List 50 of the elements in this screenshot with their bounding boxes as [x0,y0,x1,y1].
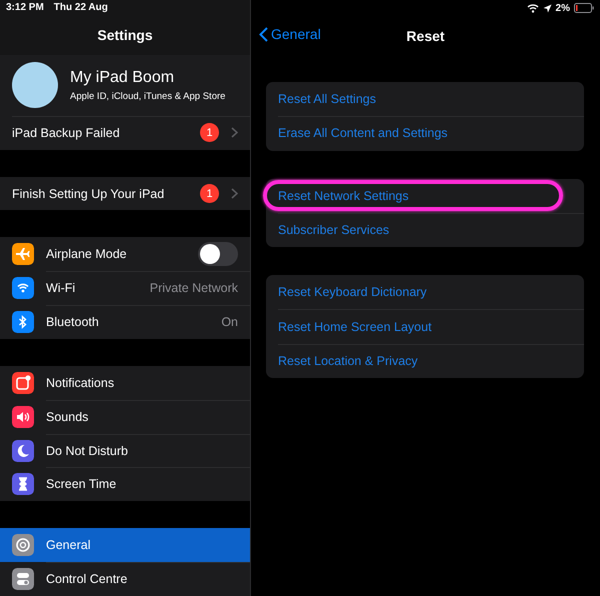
row-label: Notifications [46,376,116,390]
status-date: Thu 22 Aug [54,2,108,14]
battery-icon [574,3,594,13]
reset-option[interactable]: Subscriber Services [266,212,584,248]
row-label: Do Not Disturb [46,444,129,458]
settings-row[interactable]: Sounds [0,400,250,434]
panel-title: Settings [97,27,153,44]
settings-row[interactable]: Bluetooth On [0,305,250,339]
back-chevron-icon [259,26,268,42]
row-value: On [221,315,238,330]
settings-row[interactable]: Finish Setting Up Your iPad 1 [0,176,250,210]
row-label: Airplane Mode [46,247,128,262]
avatar-circle [12,62,58,108]
row-label: Screen Time [46,477,118,492]
row-value: Private Network [150,281,238,296]
reset-option[interactable]: Erase All Content and Settings [266,116,584,151]
settings-row[interactable]: Screen Time [0,467,250,502]
reset-option[interactable]: Reset Keyboard Dictionary [266,275,584,310]
reset-option[interactable]: Reset Location & Privacy [266,344,584,378]
notification-badge: 1 [200,184,219,203]
settings-row[interactable]: iPad Backup Failed 1 [0,116,250,150]
wifi-icon [526,3,539,13]
settings-row[interactable]: Control Centre [0,562,250,596]
row-label: iPad Backup Failed [12,126,121,140]
row-label: Finish Setting Up Your iPad [12,186,166,200]
row-label: General [46,538,92,552]
reset-option[interactable]: Reset All Settings [266,82,584,116]
profile-name: My iPad Boom [70,68,176,87]
reset-option[interactable]: Reset Network Settings [266,178,584,213]
row-label: Control Centre [46,572,128,586]
chevron-icon [231,188,238,199]
settings-row[interactable]: Do Not Disturb [0,434,250,468]
toggle-switch[interactable] [198,242,238,266]
reset-option[interactable]: Reset Home Screen Layout [266,309,584,344]
profile-subtitle: Apple ID, iCloud, iTunes & App Store [70,90,226,102]
profile-row[interactable]: My iPad Boom Apple ID, iCloud, iTunes & App Store [0,54,250,116]
status-time: 3:12 PM [6,2,44,14]
location-arrow-icon [542,4,552,12]
row-label: Wi-Fi [46,281,76,296]
back-button[interactable]: General [259,26,321,42]
settings-row[interactable]: Wi-Fi Private Network [0,271,250,306]
settings-row[interactable]: Airplane Mode [0,237,250,272]
row-label: Bluetooth [46,315,100,330]
settings-row[interactable]: Notifications [0,366,250,400]
settings-row[interactable]: General [0,528,250,562]
chevron-icon [231,127,238,138]
notification-badge: 1 [200,123,219,142]
row-label: Sounds [46,410,90,424]
battery-percent: 2% [556,2,570,14]
page-title: Reset [406,28,445,44]
